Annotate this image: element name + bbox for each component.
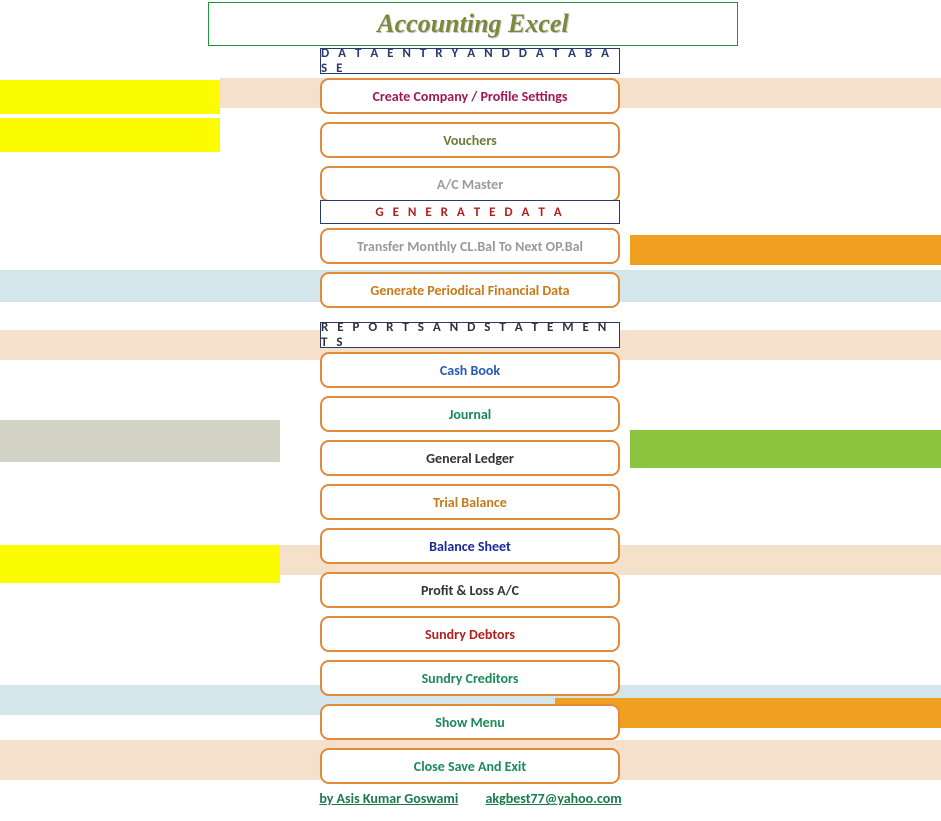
menu-button-journal[interactable]: Journal xyxy=(320,396,620,432)
menu-button-show-menu[interactable]: Show Menu xyxy=(320,704,620,740)
menu-button-vouchers[interactable]: Vouchers xyxy=(320,122,620,158)
menu-button-trial-balance[interactable]: Trial Balance xyxy=(320,484,620,520)
bg-stripe xyxy=(0,420,280,462)
menu-button-profit-loss-a-c[interactable]: Profit & Loss A/C xyxy=(320,572,620,608)
menu-button-general-ledger[interactable]: General Ledger xyxy=(320,440,620,476)
bg-stripe xyxy=(630,430,941,468)
menu-button-generate-periodical-financial-data[interactable]: Generate Periodical Financial Data xyxy=(320,272,620,308)
section-header-generate: G E N E R A T E D A T A xyxy=(320,200,620,224)
section-header-data-entry: D A T A E N T R Y A N D D A T A B A S E xyxy=(320,48,620,74)
menu-button-cash-book[interactable]: Cash Book xyxy=(320,352,620,388)
bg-stripe xyxy=(0,80,220,114)
menu-button-sundry-debtors[interactable]: Sundry Debtors xyxy=(320,616,620,652)
footer: by Asis Kumar Goswami akgbest77@yahoo.co… xyxy=(0,790,941,807)
menu-button-transfer-monthly-cl-bal-to-next-op-bal[interactable]: Transfer Monthly CL.Bal To Next OP.Bal xyxy=(320,228,620,264)
bg-stripe xyxy=(0,118,220,152)
app-title-box: Accounting Excel xyxy=(208,2,738,46)
menu-button-close-save-and-exit[interactable]: Close Save And Exit xyxy=(320,748,620,784)
footer-email-link[interactable]: akgbest77@yahoo.com xyxy=(485,790,621,807)
app-title: Accounting Excel xyxy=(377,9,568,39)
menu-button-balance-sheet[interactable]: Balance Sheet xyxy=(320,528,620,564)
menu-button-sundry-creditors[interactable]: Sundry Creditors xyxy=(320,660,620,696)
bg-stripe xyxy=(0,545,280,583)
bg-stripe xyxy=(630,235,941,265)
footer-author-link[interactable]: by Asis Kumar Goswami xyxy=(319,790,458,807)
menu-button-create-company-profile-settings[interactable]: Create Company / Profile Settings xyxy=(320,78,620,114)
section-header-reports: R E P O R T S A N D S T A T E M E N T S xyxy=(320,322,620,348)
menu-button-a-c-master[interactable]: A/C Master xyxy=(320,166,620,202)
